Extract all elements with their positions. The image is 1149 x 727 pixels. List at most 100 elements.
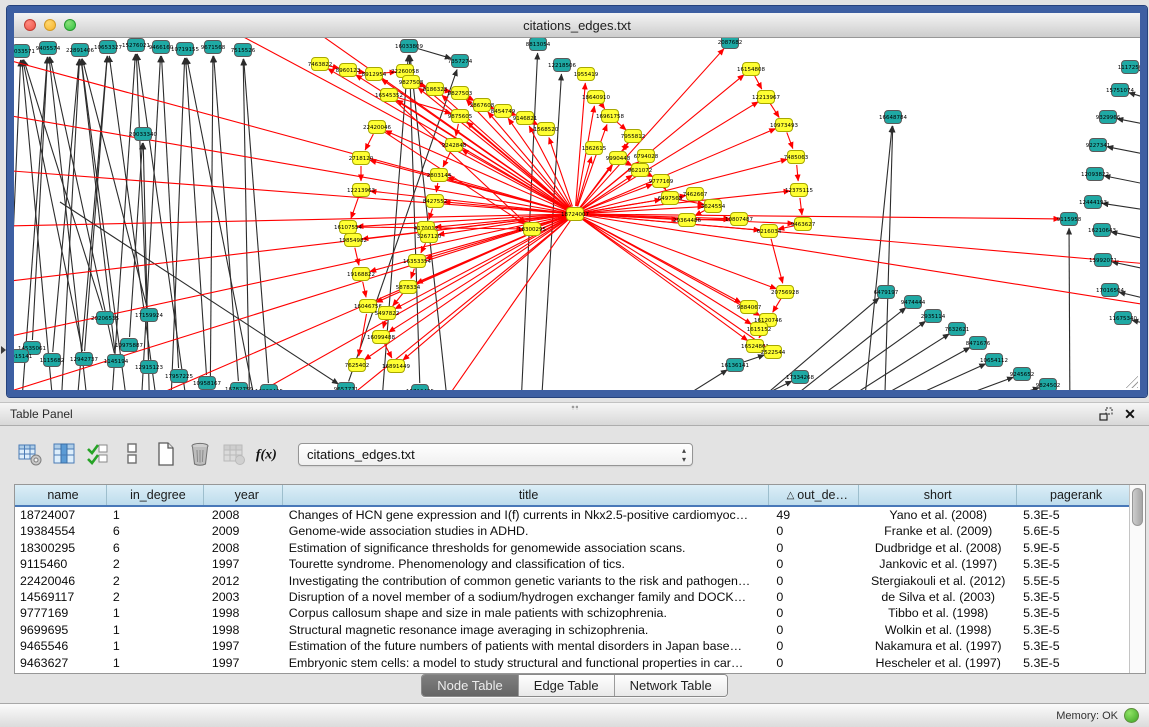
table-cell[interactable]: 0	[769, 655, 859, 671]
graph-edge[interactable]	[81, 59, 115, 353]
table-row[interactable]: 1872400712008Changes of HCN gene express…	[15, 507, 1129, 523]
graph-node[interactable]: 22891406	[66, 44, 94, 57]
table-cell[interactable]: 14569117	[15, 589, 107, 605]
select-all-icon[interactable]	[84, 440, 112, 468]
graph-edge[interactable]	[582, 219, 766, 347]
table-cell[interactable]: 1	[107, 605, 204, 621]
table-cell[interactable]: 1	[107, 655, 204, 671]
table-cell[interactable]: Dudbridge et al. (2008)	[859, 540, 1017, 556]
graph-node[interactable]: 2087682	[718, 38, 743, 49]
graph-node[interactable]: 10958167	[193, 377, 221, 390]
table-cell[interactable]: 2	[107, 573, 204, 589]
table-cell[interactable]: Tourette syndrome. Phenomenology and cla…	[283, 556, 770, 572]
graph-edge[interactable]	[787, 132, 793, 148]
graph-edge[interactable]	[1069, 228, 1070, 390]
graph-node[interactable]: 7515526	[231, 44, 256, 57]
graph-edge[interactable]	[23, 60, 83, 351]
graph-edge[interactable]	[743, 355, 765, 362]
graph-node[interactable]: 12915123	[135, 361, 163, 374]
column-options-icon[interactable]	[50, 440, 78, 468]
graph-node[interactable]: 9671568	[201, 41, 226, 54]
table-cell[interactable]: 1997	[204, 638, 283, 654]
graph-node[interactable]: 17159924	[135, 309, 163, 322]
graph-edge[interactable]	[582, 218, 760, 316]
table-cell[interactable]: 5.6E-5	[1017, 523, 1129, 539]
function-builder-icon[interactable]: f(x)	[254, 440, 282, 468]
delete-trash-icon[interactable]	[186, 440, 214, 468]
graph-edge[interactable]	[773, 299, 781, 312]
graph-edge[interactable]	[808, 347, 970, 390]
scrollbar-thumb[interactable]	[1132, 488, 1143, 526]
table-row[interactable]: 946362711997Embryonic stem cells: a mode…	[15, 655, 1129, 671]
graph-edge[interactable]	[878, 388, 1039, 390]
graph-node[interactable]: 9227341	[1086, 139, 1111, 152]
table-options-icon[interactable]	[16, 440, 44, 468]
graph-node[interactable]: 2935114	[921, 310, 946, 323]
graph-node[interactable]: 6479197	[874, 286, 899, 299]
graph-node[interactable]: 16648784	[879, 111, 907, 124]
table-row[interactable]: 946554611997Estimation of the future num…	[15, 638, 1129, 654]
table-cell[interactable]: 5.9E-5	[1017, 540, 1129, 556]
graph-node[interactable]: 6216034	[757, 225, 782, 238]
graph-node[interactable]: 18640910	[582, 91, 610, 104]
graph-node[interactable]: 9827508	[399, 76, 424, 89]
table-cell[interactable]: 5.3E-5	[1017, 605, 1129, 621]
network-canvas[interactable]: 1872400718300295140335719405574228914061…	[14, 38, 1140, 390]
graph-edge[interactable]	[363, 282, 366, 297]
graph-edge[interactable]	[421, 243, 426, 253]
graph-edge[interactable]	[351, 198, 358, 219]
panel-collapse-arrow-icon[interactable]	[1, 346, 6, 354]
table-cell[interactable]: 1	[107, 622, 204, 638]
graph-node[interactable]: 2522544	[761, 346, 786, 359]
graph-node[interactable]: 17016504	[1096, 284, 1124, 297]
table-cell[interactable]: 0	[769, 589, 859, 605]
graph-edge[interactable]	[1104, 176, 1140, 187]
graph-node[interactable]: 9466160	[149, 41, 174, 54]
table-row[interactable]: 911546021997Tourette syndrome. Phenomeno…	[15, 556, 1129, 572]
graph-edge[interactable]	[49, 57, 90, 390]
table-cell[interactable]: 19384554	[15, 523, 107, 539]
table-cell[interactable]: 18300295	[15, 540, 107, 556]
column-header-out_de[interactable]: △out_de…	[769, 485, 859, 505]
table-cell[interactable]: 2	[107, 556, 204, 572]
graph-node[interactable]: 16107554	[334, 221, 362, 234]
graph-edge[interactable]	[443, 152, 450, 167]
graph-edge[interactable]	[1129, 93, 1140, 102]
graph-node[interactable]: 9329966	[1096, 111, 1121, 124]
graph-node[interactable]: 7625402	[345, 359, 370, 372]
graph-node[interactable]: 16033809	[395, 40, 423, 53]
table-cell[interactable]: 6	[107, 540, 204, 556]
graph-edge[interactable]	[755, 76, 762, 89]
table-cell[interactable]: 5.3E-5	[1017, 638, 1129, 654]
graph-node[interactable]: 20756928	[771, 286, 799, 299]
table-cell[interactable]: 5.5E-5	[1017, 573, 1129, 589]
graph-edge[interactable]	[214, 56, 239, 381]
graph-node[interactable]: 9884067	[737, 301, 762, 314]
table-cell[interactable]: 5.3E-5	[1017, 655, 1129, 671]
graph-node[interactable]: 9463627	[791, 218, 816, 231]
table-row[interactable]: 2242004622012Investigating the contribut…	[15, 573, 1129, 589]
graph-node[interactable]: 7463822	[308, 58, 333, 71]
float-panel-icon[interactable]	[1097, 405, 1115, 423]
graph-node[interactable]: 12444193	[1079, 196, 1107, 209]
table-scrollbar[interactable]	[1129, 485, 1145, 673]
table-cell[interactable]: 5.3E-5	[1017, 589, 1129, 605]
graph-edge[interactable]	[797, 165, 798, 181]
graph-edge[interactable]	[365, 134, 373, 150]
table-row[interactable]: 969969511998Structural magnetic resonanc…	[15, 622, 1129, 638]
graph-node[interactable]: 6794028	[634, 150, 659, 163]
graph-node[interactable]: 12375115	[785, 184, 813, 197]
graph-node[interactable]: 12218506	[548, 59, 576, 72]
graph-node[interactable]: 9875605	[448, 110, 473, 123]
graph-edge[interactable]	[429, 209, 433, 220]
graph-edge[interactable]	[862, 126, 892, 390]
graph-node[interactable]: 20033340	[129, 128, 157, 141]
table-cell[interactable]: 0	[769, 638, 859, 654]
graph-node[interactable]: 1955419	[574, 68, 599, 81]
graph-edge[interactable]	[187, 58, 260, 390]
table-cell[interactable]: 6	[107, 523, 204, 539]
column-header-title[interactable]: title	[283, 485, 770, 505]
graph-node[interactable]: 12213967	[752, 91, 780, 104]
graph-node[interactable]: 9245652	[1010, 368, 1035, 381]
graph-node[interactable]: 8813054	[526, 38, 551, 51]
